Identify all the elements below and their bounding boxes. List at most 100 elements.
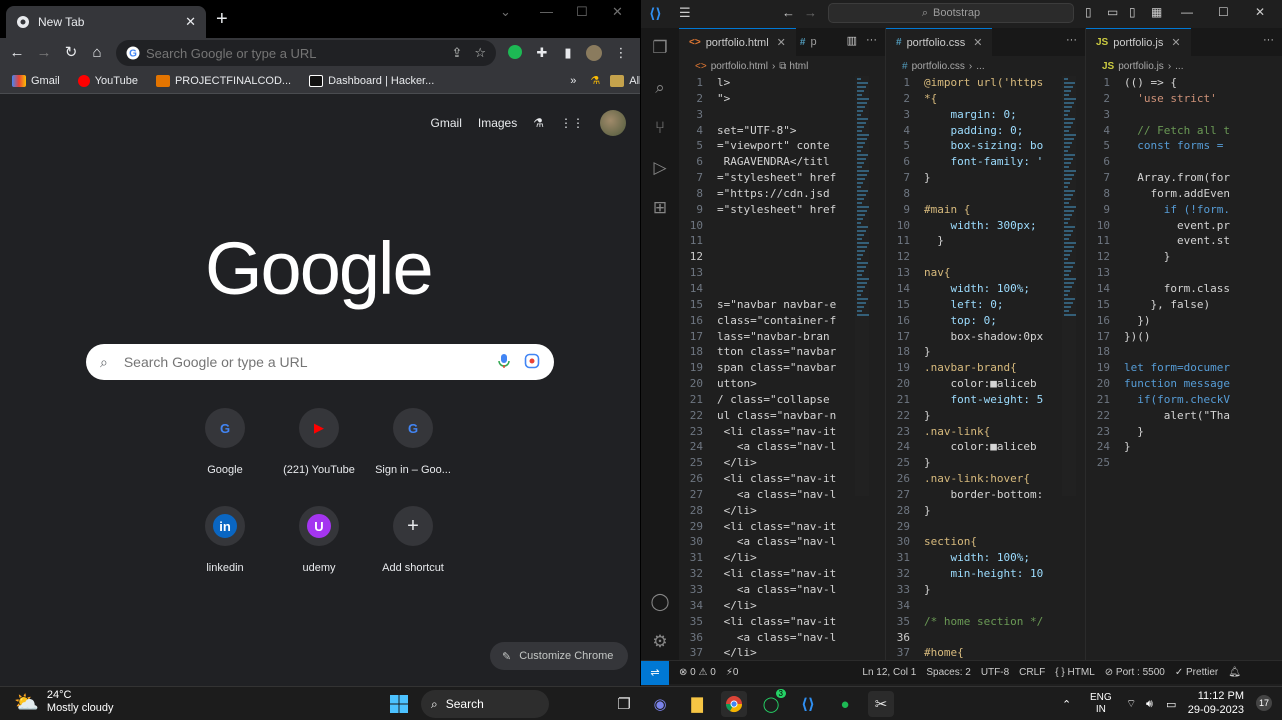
code-line[interactable]: 25}	[886, 456, 1085, 472]
code-line[interactable]: 15 left: 0;	[886, 298, 1085, 314]
task-view-icon[interactable]: ❐	[611, 691, 637, 717]
window-close-icon[interactable]: ✕	[612, 4, 623, 20]
code-line[interactable]: 3	[1086, 108, 1282, 124]
share-icon[interactable]: ⇪	[451, 45, 462, 61]
forward-arrow-icon[interactable]: →	[35, 44, 53, 62]
code-line[interactable]: 16 })	[1086, 314, 1282, 330]
weather-widget[interactable]: ⛅ 24°C Mostly cloudy	[14, 689, 114, 715]
minimize-icon[interactable]: —	[1181, 5, 1193, 19]
bookmark-star-icon[interactable]: ☆	[474, 45, 486, 61]
omnibox-input[interactable]	[146, 45, 440, 61]
cursor-position[interactable]: Ln 12, Col 1	[862, 667, 916, 678]
google-lens-icon[interactable]	[524, 353, 540, 372]
code-line[interactable]: 27 border-bottom:	[886, 488, 1085, 504]
code-editor-js[interactable]: 1(() => {2 'use strict' 3 4 // Fetch all t…	[1086, 76, 1282, 472]
code-line[interactable]: 30 section{	[886, 535, 1085, 551]
language-indicator[interactable]: ENG IN	[1090, 687, 1112, 720]
code-line[interactable]: 5 const forms =	[1086, 139, 1282, 155]
volume-icon[interactable]: 🔊︎	[1146, 687, 1153, 720]
whatsapp-icon[interactable]: ◯ 3	[758, 689, 786, 717]
teams-chat-icon[interactable]: ◉	[647, 691, 673, 717]
code-line[interactable]: 4 padding: 0;	[886, 124, 1085, 140]
toggle-primary-sidebar-icon[interactable]: ▯	[1085, 5, 1092, 19]
code-line[interactable]: 31 width: 100%;	[886, 551, 1085, 567]
more-actions-icon[interactable]: ···	[1066, 34, 1077, 46]
code-line[interactable]: 15 }, false)	[1086, 298, 1282, 314]
line-endings[interactable]: CRLF	[1019, 667, 1045, 678]
extensions-icon[interactable]: ⊞	[650, 198, 670, 218]
ports-status[interactable]: ⚡0	[726, 667, 739, 678]
code-line[interactable]: 20 function message	[1086, 377, 1282, 393]
customize-layout-icon[interactable]: ▦	[1151, 5, 1162, 19]
bookmark-hackerrank[interactable]: Dashboard | Hacker...	[309, 74, 434, 87]
file-explorer-icon[interactable]: ▇	[684, 691, 710, 717]
maximize-icon[interactable]: ☐	[576, 4, 588, 20]
bookmark-gmail[interactable]: Gmail	[12, 74, 60, 87]
code-line[interactable]: 14 width: 100%;	[886, 282, 1085, 298]
battery-icon[interactable]: ▭	[1166, 687, 1176, 720]
code-line[interactable]: 23 }	[1086, 425, 1282, 441]
extension-green-icon[interactable]	[506, 44, 524, 62]
code-line[interactable]: 37 #home{	[886, 646, 1085, 660]
code-line[interactable]: 32 <li class="nav-it	[679, 567, 885, 583]
code-line[interactable]: 2 'use strict'	[1086, 92, 1282, 108]
tray-overflow-chevron-icon[interactable]: ⌃	[1062, 687, 1071, 720]
code-line[interactable]: 21 font-weight: 5	[886, 393, 1085, 409]
code-line[interactable]: 12 }	[1086, 250, 1282, 266]
code-line[interactable]: 8 form.addEven	[1086, 187, 1282, 203]
code-line[interactable]: 2 *{	[886, 92, 1085, 108]
images-link[interactable]: Images	[478, 116, 517, 130]
notification-count-badge[interactable]: 17	[1256, 695, 1272, 711]
code-line[interactable]: 29 <li class="nav-it	[679, 520, 885, 536]
code-line[interactable]: 29	[886, 520, 1085, 536]
customize-chrome-button[interactable]: ✎ Customize Chrome	[490, 642, 628, 670]
shortcut-youtube[interactable]: ▶ (221) YouTube	[272, 408, 366, 476]
code-line[interactable]: 36 <a class="nav-l	[679, 631, 885, 647]
code-line[interactable]: 33 <a class="nav-l	[679, 583, 885, 599]
more-actions-icon[interactable]: ···	[1263, 34, 1274, 46]
accounts-icon[interactable]: ◯	[650, 592, 670, 612]
code-line[interactable]: 24}	[1086, 440, 1282, 456]
code-line[interactable]: 11 }	[886, 234, 1085, 250]
code-line[interactable]: 19 .navbar-brand{	[886, 361, 1085, 377]
live-server-port[interactable]: ⊘ Port : 5500	[1105, 667, 1165, 678]
system-clock[interactable]: 11:12 PM 29-09-2023	[1188, 689, 1244, 717]
search-icon[interactable]: ⌕	[650, 78, 670, 98]
chrome-tab-new-tab[interactable]: New Tab ✕	[6, 6, 206, 38]
shortcut-google[interactable]: G Google	[178, 408, 272, 476]
code-line[interactable]: 20 color:■aliceb	[886, 377, 1085, 393]
code-line[interactable]: 25	[1086, 456, 1282, 472]
code-line[interactable]: 32 min-height: 10	[886, 567, 1085, 583]
code-line[interactable]: 6 font-family: '	[886, 155, 1085, 171]
shortcut-linkedin[interactable]: in linkedin	[178, 506, 272, 574]
code-line[interactable]: 26 .nav-link:hover{	[886, 472, 1085, 488]
code-line[interactable]: 18	[1086, 345, 1282, 361]
apps-grid-icon[interactable]: ⋮⋮	[560, 116, 584, 130]
reload-icon[interactable]: ↻	[62, 44, 80, 62]
code-line[interactable]: 1 (() => {	[1086, 76, 1282, 92]
tab-portfolio-css-inactive[interactable]: # p	[795, 28, 821, 56]
microphone-icon[interactable]	[498, 353, 510, 372]
profile-avatar-icon[interactable]	[585, 44, 603, 62]
all-bookmarks[interactable]: All Bookmarks	[610, 74, 640, 87]
shortcut-udemy[interactable]: U udemy	[272, 506, 366, 574]
code-line[interactable]: 5 box-sizing: bo	[886, 139, 1085, 155]
side-panel-icon[interactable]: ▮	[559, 44, 577, 62]
close-icon[interactable]: ✕	[185, 14, 196, 30]
code-line[interactable]: 23 .nav-link{	[886, 425, 1085, 441]
bookmark-project[interactable]: PROJECTFINALCOD...	[155, 74, 291, 87]
code-line[interactable]: 11 event.st	[1086, 234, 1282, 250]
shortcut-sign-in[interactable]: G Sign in – Goo...	[366, 408, 460, 476]
prettier-status[interactable]: ✓ Prettier	[1175, 667, 1218, 678]
code-line[interactable]: 10 width: 300px;	[886, 219, 1085, 235]
wifi-icon[interactable]: ⌔	[1126, 687, 1136, 720]
code-line[interactable]: 6	[1086, 155, 1282, 171]
code-line[interactable]: 16 top: 0;	[886, 314, 1085, 330]
code-line[interactable]: 34 </li>	[679, 599, 885, 615]
code-line[interactable]: 12	[886, 250, 1085, 266]
more-actions-icon[interactable]: ···	[866, 34, 877, 46]
back-arrow-icon[interactable]: ←	[8, 44, 26, 62]
code-line[interactable]: 35 <li class="nav-it	[679, 615, 885, 631]
remote-indicator-icon[interactable]: ⇌	[641, 660, 669, 685]
code-line[interactable]: 18}	[886, 345, 1085, 361]
